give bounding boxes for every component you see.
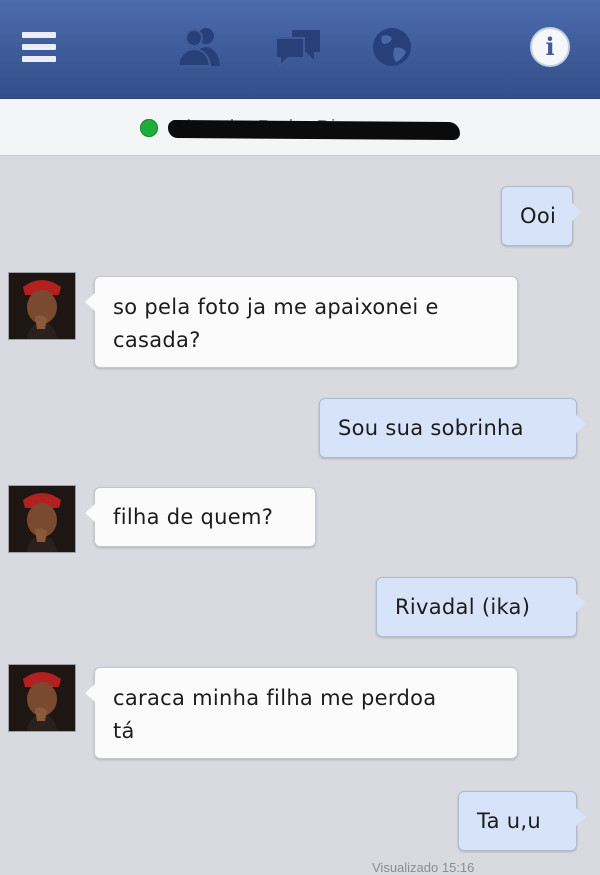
received-message[interactable]: caraca minha filha me perdoa tá <box>85 667 518 759</box>
message-text: Ta u,u <box>477 809 541 833</box>
message-text: Sou sua sobrinha <box>338 416 524 440</box>
message-text: caraca minha filha me perdoa <box>113 686 437 710</box>
globe-icon <box>373 28 411 66</box>
name-redaction-mark <box>167 119 461 141</box>
avatar-photo <box>9 486 75 552</box>
avatar-photo <box>9 273 75 339</box>
contact-avatar[interactable] <box>8 485 76 553</box>
contact-avatar[interactable] <box>8 272 76 340</box>
received-message[interactable]: so pela foto ja me apaixonei e casada? <box>85 276 518 368</box>
messages-button[interactable] <box>270 22 326 72</box>
received-message[interactable]: filha de quem? <box>85 487 316 547</box>
menu-button[interactable] <box>12 22 68 72</box>
messages-icon <box>275 30 320 69</box>
message-text: Rivadal (ika) <box>395 595 531 619</box>
info-button[interactable]: i <box>522 22 578 72</box>
info-label: i <box>545 32 555 61</box>
message-text: Ooi <box>520 204 557 228</box>
top-navigation-bar: i <box>0 0 600 99</box>
sent-message[interactable]: Ta u,u <box>458 791 586 851</box>
friends-icon <box>176 28 220 67</box>
friends-button[interactable] <box>172 22 228 72</box>
message-text: so pela foto ja me apaixonei e <box>113 295 439 319</box>
sent-message[interactable]: Rivadal (ika) <box>376 577 586 637</box>
online-status-icon <box>140 119 158 137</box>
message-text: tá <box>113 719 135 743</box>
message-text: casada? <box>113 328 201 352</box>
contact-avatar[interactable] <box>8 664 76 732</box>
message-text: filha de quem? <box>113 505 274 529</box>
avatar-photo <box>9 665 75 731</box>
seen-timestamp: Visualizado 15:16 <box>372 860 475 874</box>
sent-message[interactable]: Ooi <box>501 186 582 246</box>
sent-message[interactable]: Sou sua sobrinha <box>319 398 586 458</box>
notifications-button[interactable] <box>364 22 420 72</box>
menu-icon <box>22 32 56 62</box>
